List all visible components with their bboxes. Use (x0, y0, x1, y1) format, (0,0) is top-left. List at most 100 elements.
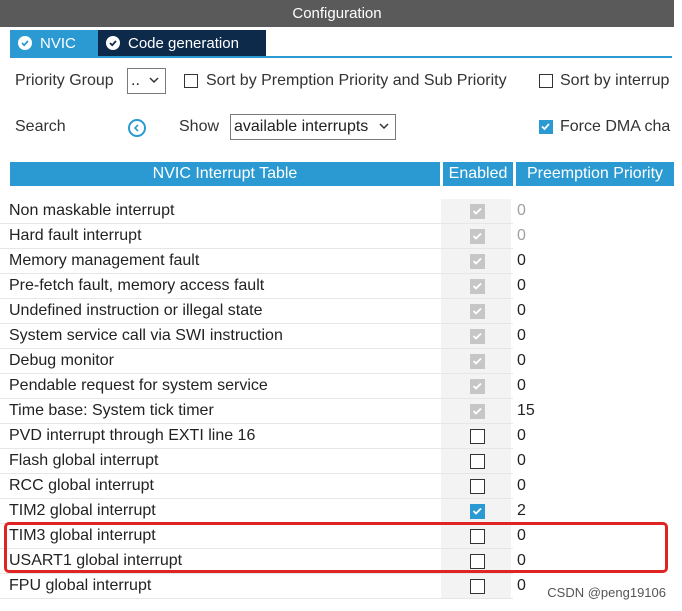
enabled-checkbox[interactable] (470, 429, 485, 444)
table-row[interactable]: Undefined instruction or illegal state 0 (0, 299, 674, 324)
enabled-cell (441, 499, 511, 524)
table-row[interactable]: PVD interrupt through EXTI line 16 0 (0, 424, 674, 449)
tab-code-generation-label: Code generation (128, 34, 239, 52)
table-row[interactable]: Pendable request for system service 0 (0, 374, 674, 399)
preemption-cell[interactable]: 0 (513, 424, 674, 449)
enabled-checkbox (470, 279, 485, 294)
enabled-cell (441, 249, 511, 274)
preemption-priority-value: 0 (517, 302, 526, 319)
preemption-cell[interactable]: 0 (513, 349, 674, 374)
watermark: CSDN @peng19106 (547, 585, 666, 600)
table-row[interactable]: Flash global interrupt 0 (0, 449, 674, 474)
enabled-checkbox (470, 354, 485, 369)
sort-interrupts-label: Sort by interrup (560, 72, 670, 89)
table-row[interactable]: System service call via SWI instruction 0 (0, 324, 674, 349)
enabled-checkbox (470, 254, 485, 269)
preemption-cell[interactable]: 0 (513, 274, 674, 299)
table-row[interactable]: Time base: System tick timer 15 (0, 399, 674, 424)
preemption-cell[interactable]: 0 (513, 249, 674, 274)
table-row[interactable]: Memory management fault 0 (0, 249, 674, 274)
enabled-checkbox (470, 229, 485, 244)
enabled-checkbox[interactable] (470, 579, 485, 594)
column-header-preemption[interactable]: Preemption Priority (516, 162, 674, 186)
force-dma-checkbox[interactable] (539, 120, 553, 134)
enabled-cell (441, 399, 511, 424)
interrupt-name: Debug monitor (9, 352, 114, 369)
table-row[interactable]: Pre-fetch fault, memory access fault 0 (0, 274, 674, 299)
enabled-checkbox[interactable] (470, 504, 485, 519)
table-row[interactable]: TIM2 global interrupt 2 (0, 499, 674, 524)
interrupt-name: Non maskable interrupt (9, 202, 175, 219)
row-divider (0, 598, 513, 599)
tab-nvic[interactable]: NVIC (10, 30, 98, 56)
table-row[interactable]: Non maskable interrupt 0 (0, 199, 674, 224)
interrupt-name: Memory management fault (9, 252, 200, 269)
preemption-priority-value: 0 (517, 202, 526, 219)
preemption-cell[interactable]: 0 (513, 449, 674, 474)
preemption-priority-value: 0 (517, 427, 526, 444)
preemption-priority-value: 0 (517, 477, 526, 494)
sort-interrupts-checkbox[interactable] (539, 74, 553, 88)
force-dma-label: Force DMA cha (560, 118, 671, 135)
column-header-enabled[interactable]: Enabled (443, 162, 513, 186)
interrupt-name: Flash global interrupt (9, 452, 159, 469)
interrupt-name: Pre-fetch fault, memory access fault (9, 277, 265, 294)
enabled-cell (441, 574, 511, 599)
preemption-priority-value: 0 (517, 452, 526, 469)
interrupt-name: FPU global interrupt (9, 577, 152, 594)
preemption-cell[interactable]: 0 (513, 324, 674, 349)
window-edge (674, 0, 682, 611)
priority-group-select[interactable]: .. (127, 68, 166, 94)
check-circle-icon (18, 36, 32, 50)
enabled-cell (441, 199, 511, 224)
check-circle-icon (106, 36, 120, 50)
show-filter-select[interactable]: available interrupts (230, 114, 396, 140)
enabled-cell (441, 299, 511, 324)
enabled-cell (441, 324, 511, 349)
table-header: NVIC Interrupt Table Enabled Preemption … (0, 162, 674, 186)
highlight-box (4, 522, 668, 573)
enabled-cell (441, 474, 511, 499)
preemption-cell[interactable]: 0 (513, 474, 674, 499)
enabled-checkbox (470, 304, 485, 319)
interrupt-name: Time base: System tick timer (9, 402, 214, 419)
preemption-priority-value: 0 (517, 277, 526, 294)
enabled-cell (441, 224, 511, 249)
preemption-cell[interactable]: 0 (513, 299, 674, 324)
search-label: Search (15, 118, 66, 135)
table-row[interactable]: Hard fault interrupt 0 (0, 224, 674, 249)
tab-underline (10, 56, 672, 58)
enabled-checkbox (470, 204, 485, 219)
preemption-priority-value: 15 (517, 402, 535, 419)
enabled-checkbox[interactable] (470, 479, 485, 494)
interrupt-name: PVD interrupt through EXTI line 16 (9, 427, 256, 444)
enabled-checkbox[interactable] (470, 454, 485, 469)
enabled-cell (441, 374, 511, 399)
enabled-cell (441, 424, 511, 449)
preemption-cell: 0 (513, 199, 674, 224)
column-header-interrupt[interactable]: NVIC Interrupt Table (10, 162, 440, 186)
sort-premption-checkbox[interactable] (184, 74, 198, 88)
priority-toolbar: Priority Group .. Sort by Premption Prio… (0, 66, 674, 96)
preemption-priority-value: 0 (517, 577, 526, 594)
table-row[interactable]: Debug monitor 0 (0, 349, 674, 374)
enabled-checkbox (470, 404, 485, 419)
preemption-priority-value: 2 (517, 502, 526, 519)
preemption-cell[interactable]: 0 (513, 374, 674, 399)
interrupt-name: TIM2 global interrupt (9, 502, 156, 519)
priority-group-value: .. (131, 72, 140, 89)
search-back-icon[interactable] (128, 119, 146, 137)
tab-code-generation[interactable]: Code generation (98, 30, 266, 56)
show-filter-value: available interrupts (234, 118, 369, 135)
interrupt-name: Pendable request for system service (9, 377, 268, 394)
window-title: Configuration (0, 0, 674, 27)
table-row[interactable]: RCC global interrupt 0 (0, 474, 674, 499)
show-label: Show (179, 118, 220, 135)
interrupt-name: RCC global interrupt (9, 477, 154, 494)
preemption-cell[interactable]: 15 (513, 399, 674, 424)
tab-nvic-label: NVIC (40, 34, 76, 52)
enabled-checkbox (470, 329, 485, 344)
enabled-cell (441, 449, 511, 474)
preemption-cell[interactable]: 2 (513, 499, 674, 524)
priority-group-label: Priority Group (15, 72, 114, 89)
